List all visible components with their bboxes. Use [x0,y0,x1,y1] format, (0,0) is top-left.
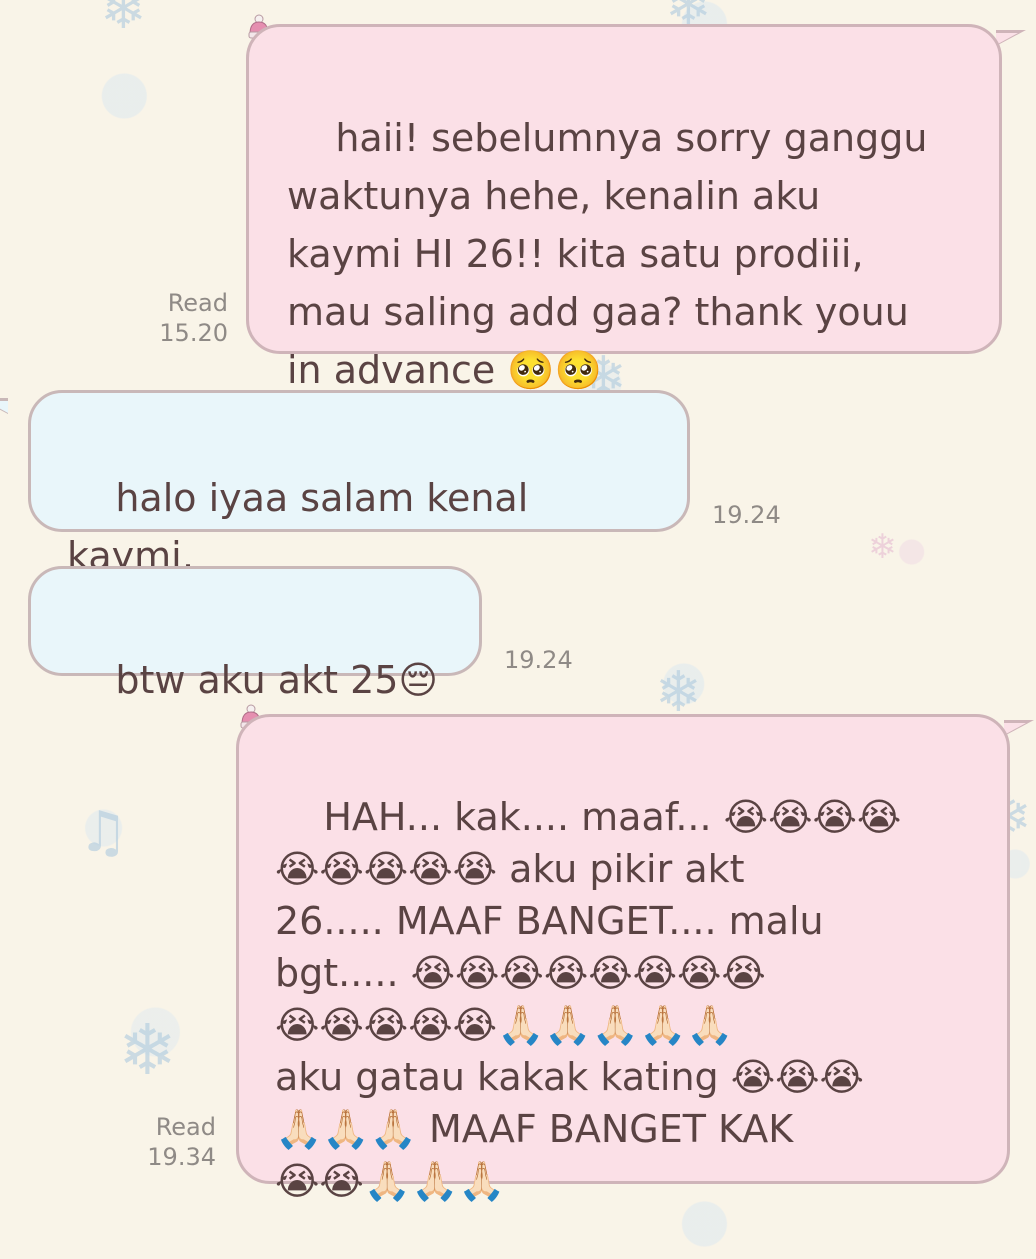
message-meta: Read 15.20 [150,288,228,348]
read-receipt: Read [155,1113,216,1141]
snowflake-icon: ❄ [118,1009,177,1091]
message-bubble-outgoing[interactable]: haii! sebelumnya sorry ganggu waktunya h… [246,24,1002,392]
snowflake-icon: ❄ [655,660,702,725]
message-text: haii! sebelumnya sorry ganggu waktunya h… [287,116,928,392]
music-note-icon: ♫ [78,800,129,865]
chat-log: ❄ ❄ ❄ ❄ ❄ ❄ ❄ ♫ haii! sebelumnya sorry g… [0,0,1036,1203]
message-bubble-incoming[interactable]: halo iyaa salam kenal kaymi, boleh kok [28,390,690,636]
message-text: HAH... kak.... maaf... 😭😭😭😭 😭😭😭😭😭 aku pi… [275,795,902,1203]
snowflake-icon: ❄ [100,0,147,42]
timestamp: 15.20 [159,319,228,347]
message-bubble-outgoing[interactable]: HAH... kak.... maaf... 😭😭😭😭 😭😭😭😭😭 aku pi… [236,714,1010,1203]
snowflake-icon: ❄ [868,527,897,567]
timestamp: 19.34 [147,1143,216,1171]
message-meta: Read 19.34 [136,1112,216,1172]
timestamp: 19.24 [712,501,781,529]
message-bubble-incoming[interactable]: btw aku akt 25😔 [28,566,482,702]
message-text: btw aku akt 25😔 [115,658,439,702]
timestamp: 19.24 [504,646,573,674]
read-receipt: Read [167,289,228,317]
